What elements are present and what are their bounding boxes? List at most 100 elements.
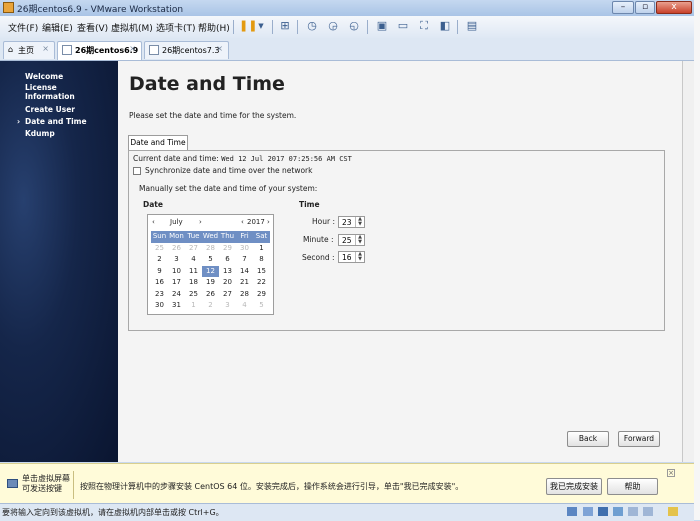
second-spinner[interactable]: 16 ▲ ▼ bbox=[338, 251, 365, 263]
sync-checkbox[interactable] bbox=[133, 167, 141, 175]
dropdown-icon[interactable]: ▼ bbox=[254, 19, 268, 33]
sync-label[interactable]: Synchronize date and time over the netwo… bbox=[145, 166, 313, 175]
calendar-day[interactable]: 2 bbox=[151, 254, 168, 266]
toolbar-separator bbox=[272, 20, 273, 34]
thumbnail-icon[interactable]: ▭ bbox=[396, 19, 410, 33]
calendar-day[interactable]: 26 bbox=[202, 289, 219, 301]
calendar-day[interactable]: 8 bbox=[253, 254, 270, 266]
send-keys-icon[interactable]: ⊞ bbox=[278, 19, 292, 33]
calendar-day-selected[interactable]: 12 bbox=[202, 265, 219, 277]
calendar-day[interactable]: 3 bbox=[168, 254, 185, 266]
close-button[interactable]: x bbox=[656, 1, 692, 14]
second-label: Second : bbox=[302, 253, 335, 262]
calendar-day[interactable]: 28 bbox=[236, 289, 253, 301]
tab-centos73-close-icon[interactable]: × bbox=[216, 44, 223, 53]
snapshot-manager-icon[interactable]: ◵ bbox=[347, 19, 361, 33]
calendar-day[interactable]: 25 bbox=[185, 289, 202, 301]
device-network-icon[interactable] bbox=[598, 507, 608, 516]
tab-home-close-icon[interactable]: × bbox=[42, 44, 49, 53]
prev-month-icon[interactable]: ‹ bbox=[152, 218, 155, 226]
back-button[interactable]: Back bbox=[567, 431, 609, 447]
calendar-day[interactable]: 27 bbox=[185, 243, 202, 255]
calendar-day[interactable]: 27 bbox=[219, 289, 236, 301]
calendar-weekday: Sun bbox=[152, 232, 167, 240]
menu-vm[interactable]: 虚拟机(M) bbox=[111, 21, 153, 34]
calendar-day[interactable]: 26 bbox=[168, 243, 185, 255]
menu-help[interactable]: 帮助(H) bbox=[198, 21, 230, 34]
revert-snapshot-icon[interactable]: ◶ bbox=[326, 19, 340, 33]
device-usb-icon[interactable] bbox=[613, 507, 623, 516]
calendar-day[interactable]: 5 bbox=[253, 300, 270, 312]
maximize-button[interactable]: ▫ bbox=[635, 1, 655, 14]
device-sound-icon[interactable] bbox=[628, 507, 638, 516]
snapshot-icon[interactable]: ◷ bbox=[305, 19, 319, 33]
calendar-day[interactable]: 17 bbox=[168, 277, 185, 289]
calendar-day[interactable]: 1 bbox=[253, 243, 270, 255]
calendar-day[interactable]: 29 bbox=[253, 289, 270, 301]
calendar-day[interactable]: 16 bbox=[151, 277, 168, 289]
tab-centos69-close-icon[interactable]: × bbox=[129, 44, 136, 53]
calendar-widget[interactable]: ‹ July › ‹ 2017 › Sun Mon Tue Wed Thu Fri Sat 2… bbox=[147, 214, 274, 315]
calendar-day[interactable]: 21 bbox=[236, 277, 253, 289]
calendar-day[interactable]: 25 bbox=[151, 243, 168, 255]
calendar-day[interactable]: 3 bbox=[219, 300, 236, 312]
calendar-day[interactable]: 1 bbox=[185, 300, 202, 312]
calendar-day[interactable]: 22 bbox=[253, 277, 270, 289]
calendar-day[interactable]: 23 bbox=[151, 289, 168, 301]
forward-button[interactable]: Forward bbox=[618, 431, 660, 447]
calendar-day[interactable]: 19 bbox=[202, 277, 219, 289]
library-icon[interactable]: ▤ bbox=[465, 19, 479, 33]
next-month-icon[interactable]: › bbox=[199, 218, 202, 226]
fullscreen-icon[interactable]: ⛶ bbox=[417, 19, 431, 33]
calendar-day[interactable]: 18 bbox=[185, 277, 202, 289]
calendar-day[interactable]: 6 bbox=[219, 254, 236, 266]
tab-home-label: 主页 bbox=[18, 46, 34, 55]
menu-tabs[interactable]: 选项卡(T) bbox=[156, 21, 196, 34]
calendar-day[interactable]: 30 bbox=[236, 243, 253, 255]
unity-icon[interactable]: ◧ bbox=[438, 19, 452, 33]
infobar-close-icon[interactable]: × bbox=[667, 469, 675, 477]
calendar-day[interactable]: 31 bbox=[168, 300, 185, 312]
calendar-day[interactable]: 2 bbox=[202, 300, 219, 312]
menu-view[interactable]: 查看(V) bbox=[77, 21, 108, 34]
device-printer-icon[interactable] bbox=[643, 507, 653, 516]
pause-icon[interactable]: ❚❚ bbox=[239, 19, 257, 33]
tab-home[interactable]: ⌂ 主页 × bbox=[3, 41, 55, 59]
calendar-day[interactable]: 29 bbox=[219, 243, 236, 255]
tab-centos69[interactable]: 26期centos6.9 × bbox=[57, 41, 142, 60]
minimize-button[interactable]: – bbox=[612, 1, 634, 14]
calendar-day[interactable]: 11 bbox=[185, 266, 202, 278]
calendar-day[interactable]: 13 bbox=[219, 266, 236, 278]
calendar-day[interactable]: 24 bbox=[168, 289, 185, 301]
tab-centos73[interactable]: 26期centos7.3 × bbox=[144, 41, 229, 59]
vm-console[interactable]: Welcome License Information Create User … bbox=[0, 61, 682, 462]
help-button[interactable]: 帮助 bbox=[607, 478, 658, 495]
window-title-bar[interactable]: 26期centos6.9 - VMware Workstation – ▫ x bbox=[0, 0, 694, 16]
full-console-icon[interactable]: ▣ bbox=[375, 19, 389, 33]
calendar-day[interactable]: 7 bbox=[236, 254, 253, 266]
minute-spinner[interactable]: 25 ▲ ▼ bbox=[338, 234, 365, 246]
calendar-day[interactable]: 10 bbox=[168, 266, 185, 278]
device-cd-icon[interactable] bbox=[583, 507, 593, 516]
calendar-day[interactable]: 4 bbox=[236, 300, 253, 312]
calendar-day[interactable]: 9 bbox=[151, 266, 168, 278]
spin-arrows-icon[interactable]: ▲ ▼ bbox=[355, 217, 364, 227]
tab-date-and-time[interactable]: Date and Time bbox=[128, 135, 188, 150]
calendar-day[interactable]: 14 bbox=[236, 266, 253, 278]
finish-install-button[interactable]: 我已完成安装 bbox=[546, 478, 602, 495]
hour-spinner[interactable]: 23 ▲ ▼ bbox=[338, 216, 365, 228]
calendar-day[interactable]: 20 bbox=[219, 277, 236, 289]
menu-edit[interactable]: 编辑(E) bbox=[42, 21, 73, 34]
calendar-day[interactable]: 15 bbox=[253, 266, 270, 278]
next-year-icon[interactable]: › bbox=[267, 218, 270, 226]
calendar-day[interactable]: 4 bbox=[185, 254, 202, 266]
spin-arrows-icon[interactable]: ▲ ▼ bbox=[355, 252, 364, 262]
calendar-day[interactable]: 30 bbox=[151, 300, 168, 312]
message-log-icon[interactable] bbox=[668, 507, 678, 516]
calendar-day[interactable]: 28 bbox=[202, 243, 219, 255]
menu-file[interactable]: 文件(F) bbox=[8, 21, 38, 34]
device-hdd-icon[interactable] bbox=[567, 507, 577, 516]
prev-year-icon[interactable]: ‹ bbox=[241, 218, 244, 226]
spin-arrows-icon[interactable]: ▲ ▼ bbox=[355, 235, 364, 245]
calendar-day[interactable]: 5 bbox=[202, 254, 219, 266]
